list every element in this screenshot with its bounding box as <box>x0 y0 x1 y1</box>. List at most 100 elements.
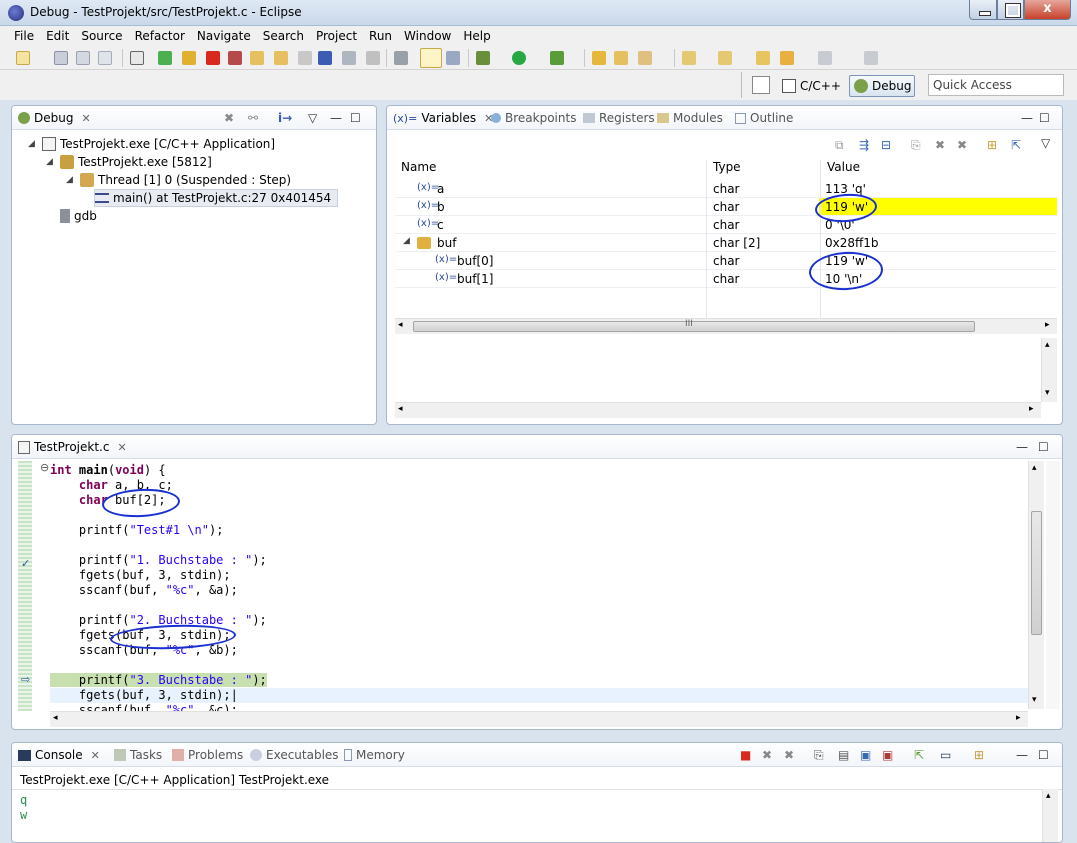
editor-horizontal-scrollbar[interactable]: ◂ ▸ <box>50 711 1028 727</box>
prev-annotation-icon[interactable] <box>718 51 732 65</box>
last-edit-icon[interactable] <box>756 51 770 65</box>
expand-triangle-icon[interactable]: ◢ <box>403 236 410 246</box>
add-global-variables-icon[interactable]: ⎘ <box>911 138 921 153</box>
pin-editor-icon[interactable] <box>864 51 878 65</box>
column-header-value[interactable]: Value <box>827 160 860 178</box>
remove-launch-icon[interactable]: ✖ <box>762 748 772 762</box>
tab-testprojekt-c[interactable]: TestProjekt.c ✕ <box>18 435 127 459</box>
close-icon[interactable]: ✕ <box>117 441 126 454</box>
tab-debug[interactable]: Debug ✕ <box>18 106 91 130</box>
show-on-error-icon[interactable]: ▣ <box>882 748 893 762</box>
tab-console[interactable]: Console ✕ <box>18 743 100 767</box>
scroll-lock-icon[interactable]: ▤ <box>838 748 849 762</box>
external-launch-icon[interactable] <box>550 51 564 65</box>
skip-breakpoints-icon[interactable] <box>394 51 408 65</box>
remove-all-global-icon[interactable]: ✖ <box>957 138 967 152</box>
show-logical-structure-icon[interactable]: ⇶ <box>859 138 869 152</box>
remove-terminated-icon[interactable]: ✖ <box>224 111 234 125</box>
remove-all-terminated-icon[interactable]: ✖ <box>784 748 794 762</box>
menu-project[interactable]: Project <box>310 29 363 43</box>
remove-global-icon[interactable]: ✖ <box>935 138 945 152</box>
quick-access-input[interactable]: Quick Access <box>928 74 1064 96</box>
menu-search[interactable]: Search <box>257 29 310 43</box>
tab-outline[interactable]: Outline <box>735 106 793 130</box>
pin-view-icon[interactable]: ⇱ <box>1011 138 1021 152</box>
tab-breakpoints[interactable]: Breakpoints <box>491 106 576 130</box>
maximize-button[interactable] <box>997 0 1024 20</box>
toggle-mark-icon[interactable] <box>420 48 442 68</box>
next-annotation-icon[interactable] <box>682 51 696 65</box>
breakpoint-marker-icon[interactable]: ✓ <box>21 557 30 570</box>
console-vertical-scrollbar[interactable]: ▴ <box>1042 789 1058 842</box>
tab-problems[interactable]: Problems <box>172 743 243 767</box>
drop-frame-icon[interactable] <box>342 51 356 65</box>
column-header-type[interactable]: Type <box>713 160 741 178</box>
run-launch-icon[interactable] <box>512 51 526 65</box>
disconnect-icon[interactable] <box>228 51 242 65</box>
terminate-icon[interactable]: ■ <box>740 748 751 762</box>
vertical-scrollbar[interactable]: ▴ ▾ <box>1041 338 1057 402</box>
step-over-icon[interactable] <box>274 51 288 65</box>
horizontal-scrollbar[interactable]: ◂ III ▸ <box>395 318 1057 334</box>
tab-variables[interactable]: (x)= Variables ✕ <box>393 106 493 130</box>
menu-help[interactable]: Help <box>457 29 496 43</box>
menu-window[interactable]: Window <box>398 29 457 43</box>
pen-icon[interactable] <box>638 51 652 65</box>
table-row[interactable]: ◢ buf char [2] 0x28ff1b <box>395 234 1057 252</box>
external-tools-icon[interactable] <box>446 51 460 65</box>
tab-registers[interactable]: Registers <box>583 106 655 130</box>
display-console-icon[interactable]: ▭ <box>940 748 951 762</box>
build-icon[interactable] <box>130 51 144 65</box>
tab-modules[interactable]: Modules <box>657 106 723 130</box>
perspective-cc[interactable]: C/C++ <box>782 76 841 96</box>
minimize-button[interactable] <box>969 0 997 20</box>
perspective-debug[interactable]: Debug <box>849 75 915 97</box>
menu-edit[interactable]: Edit <box>40 29 75 43</box>
detail-horizontal-scrollbar[interactable]: ◂ ▸ <box>395 402 1041 418</box>
step-return-icon[interactable] <box>298 51 312 65</box>
open-perspective-icon[interactable] <box>752 76 770 94</box>
new-view-icon[interactable]: ⊞ <box>987 138 997 152</box>
table-row[interactable]: (x)= buf[1] char 10 '\n' <box>395 270 1057 288</box>
table-row[interactable]: (x)= buf[0] char 119 'w' <box>395 252 1057 270</box>
use-step-filters-icon[interactable] <box>366 51 380 65</box>
back-icon[interactable] <box>780 51 794 65</box>
console-output[interactable]: q w <box>20 793 27 823</box>
minimize-view-icon[interactable]: — <box>330 111 342 125</box>
maximize-view-icon[interactable]: ☐ <box>350 111 361 125</box>
table-row[interactable]: (x)= c char 0 '\0' <box>395 216 1057 234</box>
debug-launch-icon[interactable] <box>476 51 490 65</box>
menu-navigate[interactable]: Navigate <box>191 29 257 43</box>
pin-console-icon[interactable]: ⇱ <box>914 748 924 762</box>
view-menu-icon[interactable]: ▽ <box>1041 136 1050 150</box>
tab-executables[interactable]: Executables <box>250 743 339 767</box>
show-type-names-icon[interactable]: ⧉ <box>835 138 844 153</box>
clear-console-icon[interactable]: ⎘ <box>814 748 824 763</box>
new-icon[interactable] <box>16 51 30 65</box>
table-row[interactable]: (x)= a char 113 'q' <box>395 180 1057 198</box>
collapse-all-icon[interactable]: ⊟ <box>881 138 891 152</box>
tree-item-application[interactable]: ◢ TestProjekt.exe [C/C++ Application] <box>28 135 275 153</box>
minimize-view-icon[interactable]: — <box>1021 111 1033 125</box>
terminate-icon[interactable] <box>206 51 220 65</box>
menu-refactor[interactable]: Refactor <box>129 29 191 43</box>
column-header-name[interactable]: Name <box>401 160 436 178</box>
minimize-view-icon[interactable]: — <box>1016 440 1028 454</box>
open-console-icon[interactable]: ⊞ <box>974 748 984 762</box>
save-icon[interactable] <box>54 51 68 65</box>
close-icon[interactable]: ✕ <box>91 749 100 762</box>
maximize-view-icon[interactable]: ☐ <box>1038 440 1049 454</box>
print-icon[interactable] <box>98 51 112 65</box>
view-menu-icon[interactable]: ▽ <box>308 111 317 125</box>
suspend-icon[interactable] <box>182 51 196 65</box>
editor-vertical-scrollbar[interactable]: ▴ ▾ <box>1028 461 1044 709</box>
fold-icon[interactable]: ⊖ <box>40 461 49 474</box>
show-on-output-icon[interactable]: ▣ <box>860 748 871 762</box>
step-into-icon[interactable] <box>250 51 264 65</box>
tab-memory[interactable]: Memory <box>344 743 405 767</box>
menu-file[interactable]: File <box>8 29 40 43</box>
tree-item-gdb[interactable]: gdb <box>60 207 97 225</box>
instruction-stepping-icon[interactable]: i→ <box>278 111 292 125</box>
tree-item-process[interactable]: ◢ TestProjekt.exe [5812] <box>46 153 212 171</box>
maximize-view-icon[interactable]: ☐ <box>1038 748 1049 762</box>
